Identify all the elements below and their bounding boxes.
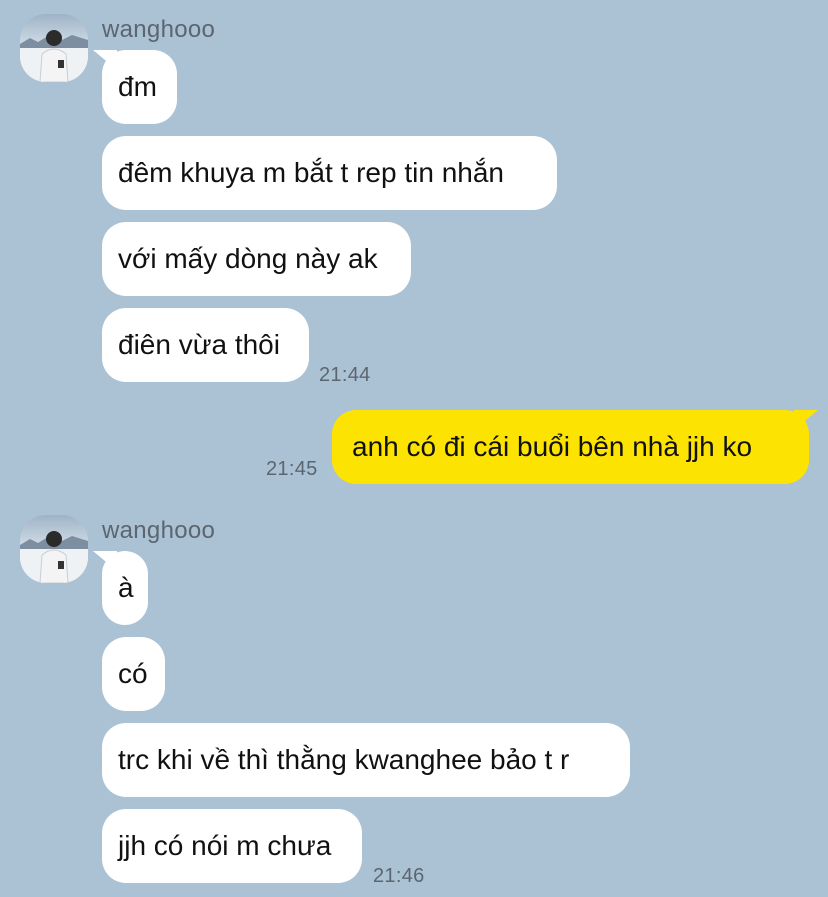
message-timestamp: 21:45: [266, 458, 318, 480]
avatar-photo: [20, 531, 88, 583]
message-timestamp: 21:44: [319, 364, 371, 386]
message-bubble[interactable]: đm: [102, 50, 177, 124]
sender-name: wanghooo: [102, 517, 216, 544]
message-bubble[interactable]: jjh có nói m chưa: [102, 809, 362, 883]
avatar[interactable]: [20, 14, 88, 82]
message-bubble[interactable]: có: [102, 637, 165, 711]
sender-name: wanghooo: [102, 16, 216, 43]
avatar-photo: [20, 30, 88, 82]
message-bubble[interactable]: điên vừa thôi: [102, 308, 309, 382]
message-bubble[interactable]: đêm khuya m bắt t rep tin nhắn: [102, 136, 557, 210]
message-bubble[interactable]: với mấy dòng này ak: [102, 222, 411, 296]
message-bubble[interactable]: à: [102, 551, 148, 625]
message-bubble[interactable]: trc khi về thì thằng kwanghee bảo t r: [102, 723, 630, 797]
message-timestamp: 21:46: [373, 865, 425, 887]
avatar[interactable]: [20, 515, 88, 583]
message-bubble-outgoing[interactable]: anh có đi cái buổi bên nhà jjh ko: [332, 410, 809, 484]
